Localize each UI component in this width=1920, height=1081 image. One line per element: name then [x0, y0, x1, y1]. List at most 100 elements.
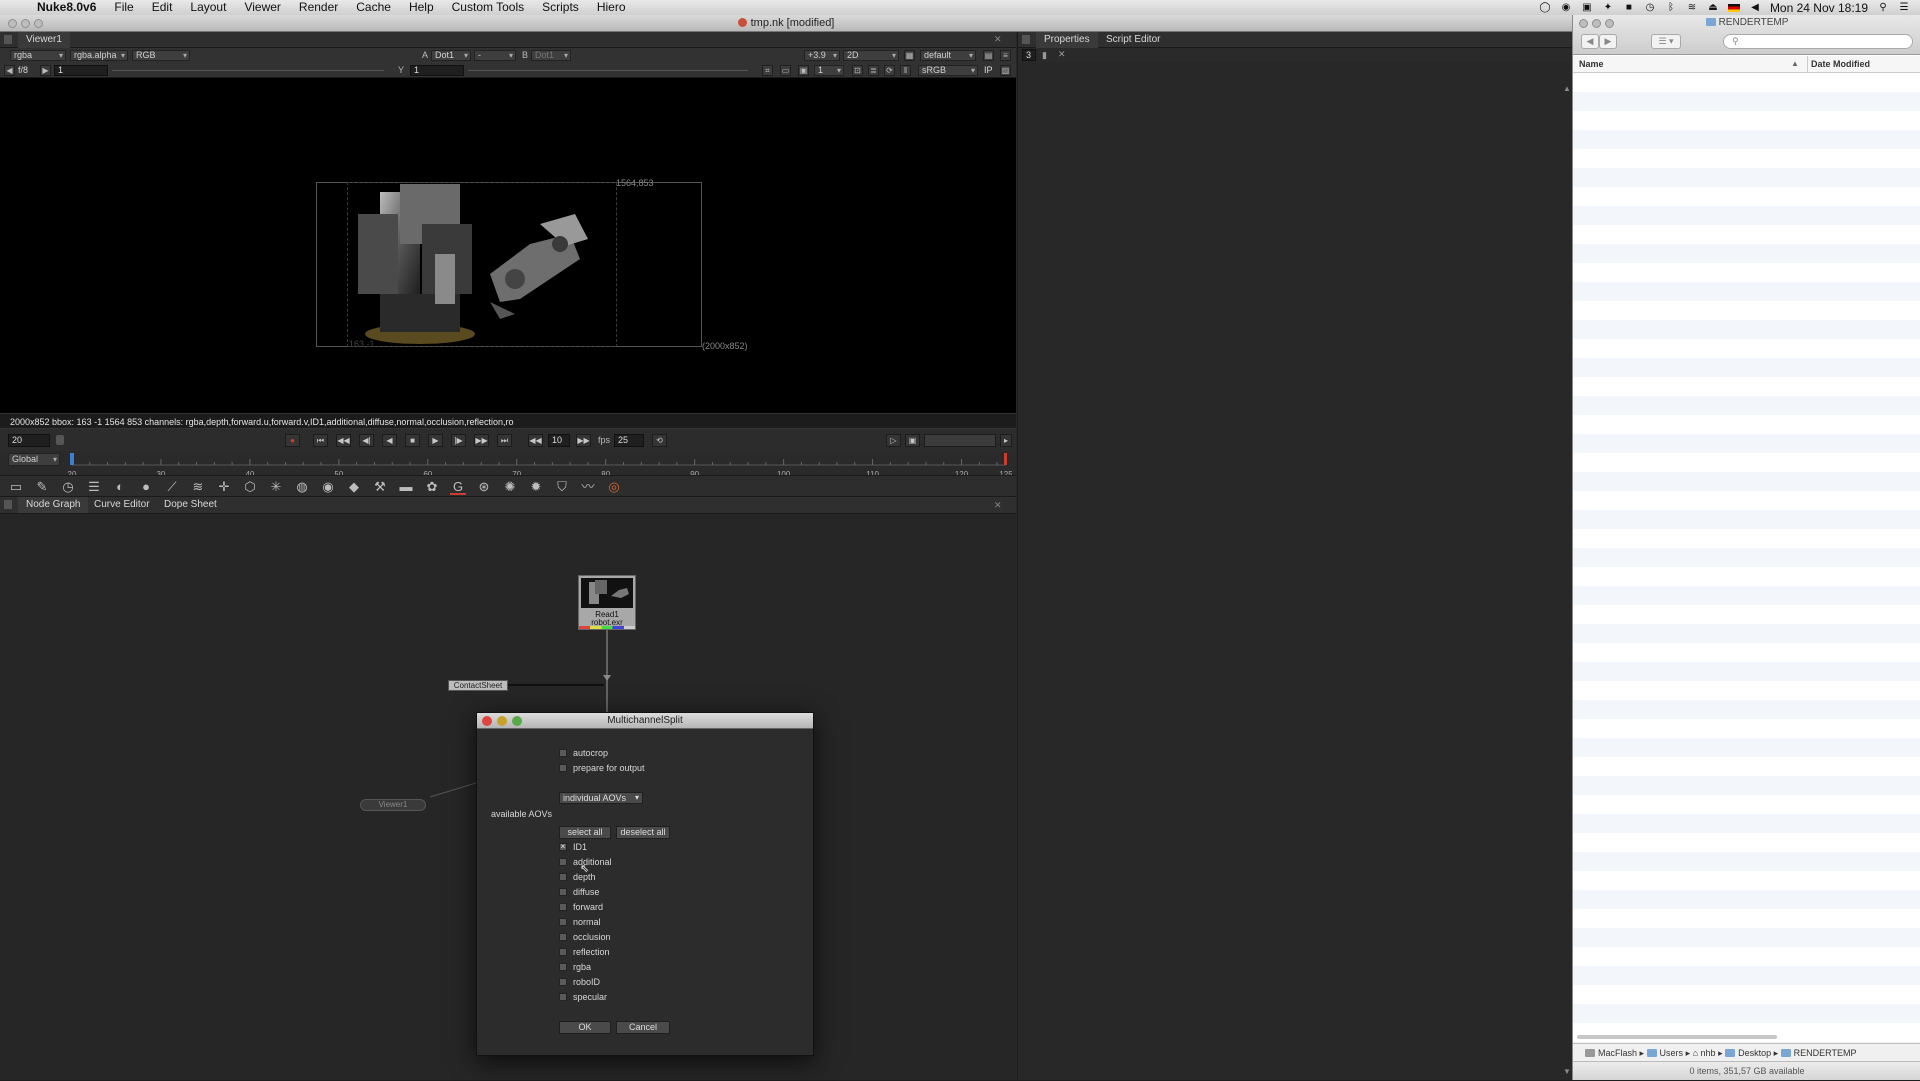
autocrop-checkbox[interactable]	[559, 749, 567, 757]
folder-icon	[1725, 1049, 1736, 1057]
select-all-button[interactable]: select all	[559, 826, 611, 839]
menu-edit[interactable]: Edit	[143, 0, 182, 15]
ok-button[interactable]: OK	[559, 1021, 611, 1034]
aov-row-depth[interactable]: depth	[559, 871, 596, 883]
wifi-icon[interactable]: ≋	[1686, 2, 1698, 13]
properties-lock-icon[interactable]: ▮	[1042, 50, 1047, 61]
read-node[interactable]: Read1 robot.exr	[578, 575, 636, 630]
tab-script-editor[interactable]: Script Editor	[1098, 32, 1168, 48]
aov-row-normal[interactable]: normal	[559, 916, 601, 928]
available-aovs-label: available AOVs	[491, 809, 553, 819]
menu-custom-tools[interactable]: Custom Tools	[443, 0, 533, 15]
aov-row-id1[interactable]: × ID1	[559, 841, 587, 853]
properties-scroll-down-icon[interactable]: ▼	[1563, 1067, 1571, 1076]
autocrop-row[interactable]: autocrop	[559, 747, 608, 759]
path-segment-desktop[interactable]: Desktop	[1738, 1048, 1771, 1058]
dialog-zoom-button[interactable]	[512, 716, 522, 726]
properties-scroll-up-icon[interactable]: ▲	[1563, 84, 1571, 93]
menu-help[interactable]: Help	[400, 0, 443, 15]
menu-file[interactable]: File	[105, 0, 142, 15]
finder-column-name[interactable]: Name	[1579, 59, 1604, 69]
aov-checkbox-specular[interactable]	[559, 993, 567, 1001]
prepare-output-row[interactable]: prepare for output	[559, 762, 645, 774]
aov-checkbox-forward[interactable]	[559, 903, 567, 911]
menu-hiero[interactable]: Hiero	[588, 0, 635, 15]
finder-view-options-button[interactable]: ☰ ▾	[1651, 34, 1681, 49]
menubar-clock[interactable]: Mon 24 Nov 18:19	[1770, 1, 1868, 15]
read-node-thumbnail	[581, 578, 633, 608]
lock-icon[interactable]: ■	[1623, 2, 1635, 13]
finder-title: RENDERTEMP	[1573, 17, 1920, 28]
finder-title-bar: RENDERTEMP ◀ ▶ ☰ ▾ ⚲	[1573, 15, 1920, 55]
eject-icon[interactable]: ⏏	[1707, 2, 1719, 13]
aov-label-diffuse: diffuse	[573, 887, 600, 897]
dropbox-icon[interactable]: ✦	[1602, 2, 1614, 13]
prepare-output-label: prepare for output	[573, 763, 645, 773]
finder-search-field[interactable]: ⚲	[1723, 34, 1913, 49]
contactsheet-node[interactable]: ContactSheet	[448, 680, 508, 691]
flag-icon[interactable]	[1727, 3, 1740, 12]
path-segment-users[interactable]: Users	[1660, 1048, 1684, 1058]
properties-pane-menu-icon[interactable]	[1022, 35, 1030, 44]
aov-checkbox-depth[interactable]	[559, 873, 567, 881]
aov-label-reflection: reflection	[573, 947, 610, 957]
finder-window: RENDERTEMP ◀ ▶ ☰ ▾ ⚲ Name ▲ Date Modifie…	[1572, 15, 1920, 1080]
viewer-input-pipe	[429, 782, 477, 798]
menu-cache[interactable]: Cache	[347, 0, 400, 15]
aov-row-rgba[interactable]: rgba	[559, 961, 591, 973]
aov-row-diffuse[interactable]: diffuse	[559, 886, 599, 898]
pipe-arrow	[603, 675, 611, 681]
record-icon[interactable]: ◉	[1560, 2, 1572, 13]
folder-icon	[1646, 1049, 1657, 1057]
aov-checkbox-id1[interactable]: ×	[559, 843, 567, 851]
max-panels-field[interactable]: 3	[1022, 49, 1036, 61]
aov-label-roboid: roboID	[573, 977, 601, 987]
finder-back-button[interactable]: ◀	[1581, 34, 1599, 49]
finder-column-date-modified[interactable]: Date Modified	[1811, 59, 1870, 69]
aov-row-roboid[interactable]: roboID	[559, 976, 600, 988]
aov-checkbox-normal[interactable]	[559, 918, 567, 926]
deselect-all-button[interactable]: deselect all	[616, 826, 670, 839]
finder-path-bar: MacFlash ▸ Users ▸ ⌂ nhb ▸ Desktop ▸ REN…	[1573, 1043, 1920, 1061]
menu-layout[interactable]: Layout	[181, 0, 235, 15]
aov-checkbox-additional[interactable]	[559, 858, 567, 866]
menu-render[interactable]: Render	[290, 0, 347, 15]
aov-row-reflection[interactable]: reflection	[559, 946, 610, 958]
finder-status-bar: 0 items, 351,57 GB available	[1573, 1061, 1920, 1080]
nuke-window: tmp.nk [modified] Viewer1 ✕ rgba rgba.al…	[0, 15, 1573, 1080]
finder-forward-button[interactable]: ▶	[1599, 34, 1617, 49]
aov-checkbox-reflection[interactable]	[559, 948, 567, 956]
properties-clear-icon[interactable]: ✕	[1058, 49, 1066, 60]
path-segment-macflash[interactable]: MacFlash	[1598, 1048, 1637, 1058]
menubar-status-area: ◯ ◉ ▣ ✦ ■ ◷ ᛒ ≋ ⏏ ◀ Mon 24 Nov 18:19 ⚲ ☰	[1539, 1, 1920, 15]
path-segment-rendertemp[interactable]: RENDERTEMP	[1794, 1048, 1857, 1058]
aov-checkbox-roboid[interactable]	[559, 978, 567, 986]
time-machine-icon[interactable]: ◷	[1644, 2, 1656, 13]
volume-icon[interactable]: ◀	[1749, 2, 1761, 13]
path-segment-nhb[interactable]: nhb	[1701, 1048, 1716, 1058]
tab-properties[interactable]: Properties	[1036, 32, 1098, 48]
chat-icon[interactable]: ▣	[1581, 2, 1593, 13]
aov-checkbox-rgba[interactable]	[559, 963, 567, 971]
cancel-button[interactable]: Cancel	[616, 1021, 670, 1034]
menu-scripts[interactable]: Scripts	[533, 0, 588, 15]
aov-mode-dropdown[interactable]: individual AOVs	[559, 792, 643, 804]
status-circle-icon[interactable]: ◯	[1539, 2, 1551, 13]
aov-checkbox-diffuse[interactable]	[559, 888, 567, 896]
menu-viewer[interactable]: Viewer	[235, 0, 289, 15]
aov-checkbox-occlusion[interactable]	[559, 933, 567, 941]
properties-toolbar: 3 ▮ ✕	[1018, 48, 1573, 62]
aov-row-occlusion[interactable]: occlusion	[559, 931, 611, 943]
prepare-output-checkbox[interactable]	[559, 764, 567, 772]
finder-file-list[interactable]	[1573, 73, 1920, 1043]
dialog-close-button[interactable]	[482, 716, 492, 726]
notification-list-icon[interactable]: ☰	[1898, 2, 1910, 13]
finder-horizontal-scrollbar[interactable]	[1577, 1035, 1777, 1039]
menu-app-name[interactable]: Nuke8.0v6	[28, 0, 105, 15]
aov-row-forward[interactable]: forward	[559, 901, 603, 913]
viewer-node[interactable]: Viewer1	[360, 799, 426, 811]
aov-row-specular[interactable]: specular	[559, 991, 607, 1003]
dialog-minimize-button[interactable]	[497, 716, 507, 726]
spotlight-search-icon[interactable]: ⚲	[1877, 2, 1889, 13]
bluetooth-icon[interactable]: ᛒ	[1665, 2, 1677, 13]
